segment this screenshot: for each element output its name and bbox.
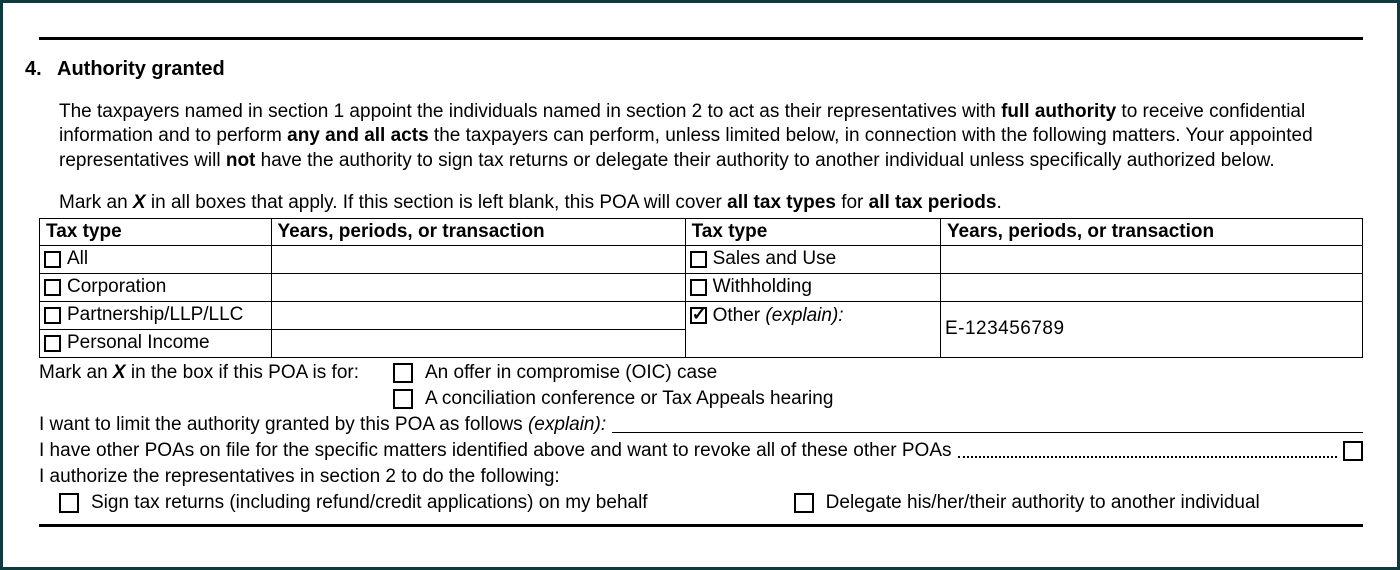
authority-paragraph: The taxpayers named in section 1 appoint… xyxy=(59,100,1363,173)
section-divider-top xyxy=(39,37,1363,40)
poa-for-lead: Mark an X in the box if this POA is for: xyxy=(39,362,393,384)
col-years-right: Years, periods, or transaction xyxy=(940,218,1362,245)
checkbox-sales-use[interactable] xyxy=(690,251,707,268)
poa-for-row-2: A conciliation conference or Tax Appeals… xyxy=(39,388,1363,410)
label-corporation: Corporation xyxy=(67,276,166,298)
col-tax-type-left: Tax type xyxy=(40,218,272,245)
label-partnership: Partnership/LLP/LLC xyxy=(67,304,243,326)
label-personal-income: Personal Income xyxy=(67,332,210,354)
checkbox-corporation[interactable] xyxy=(44,279,61,296)
other-explain-value[interactable]: E-123456789 xyxy=(940,301,1362,357)
label-delegate: Delegate his/her/their authority to anot… xyxy=(826,492,1260,514)
label-other: Other (explain): xyxy=(713,305,844,327)
revoke-row: I have other POAs on file for the specif… xyxy=(39,440,1363,462)
section-heading: 4.Authority granted xyxy=(25,58,1377,81)
section-number: 4. xyxy=(25,58,57,81)
checkbox-withholding[interactable] xyxy=(690,279,707,296)
checkbox-oic[interactable] xyxy=(393,363,413,383)
checkbox-revoke[interactable] xyxy=(1343,441,1363,461)
label-sales-use: Sales and Use xyxy=(713,248,837,270)
checkbox-delegate[interactable] xyxy=(794,493,814,513)
checkbox-all[interactable] xyxy=(44,251,61,268)
years-personal-income[interactable] xyxy=(271,329,685,357)
limit-text: I want to limit the authority granted by… xyxy=(39,414,606,436)
label-oic: An offer in compromise (OIC) case xyxy=(425,362,717,384)
label-all: All xyxy=(67,248,88,270)
label-withholding: Withholding xyxy=(713,276,812,298)
below-table-block: Mark an X in the box if this POA is for:… xyxy=(39,362,1363,514)
checkbox-other[interactable] xyxy=(690,307,707,324)
checkbox-conciliation[interactable] xyxy=(393,389,413,409)
mark-x-instruction: Mark an X in all boxes that apply. If th… xyxy=(59,192,1363,214)
section-divider-bottom xyxy=(39,524,1363,527)
checkbox-personal-income[interactable] xyxy=(44,335,61,352)
years-withholding[interactable] xyxy=(940,273,1362,301)
dotted-leader xyxy=(958,456,1338,458)
checkbox-sign-returns[interactable] xyxy=(59,493,79,513)
revoke-text: I have other POAs on file for the specif… xyxy=(39,440,952,462)
authorize-lead: I authorize the representatives in secti… xyxy=(39,466,1363,488)
years-all[interactable] xyxy=(271,245,685,273)
years-partnership[interactable] xyxy=(271,301,685,329)
label-conciliation: A conciliation conference or Tax Appeals… xyxy=(425,388,833,410)
col-tax-type-right: Tax type xyxy=(685,218,940,245)
col-years-left: Years, periods, or transaction xyxy=(271,218,685,245)
checkbox-partnership[interactable] xyxy=(44,307,61,324)
label-sign-returns: Sign tax returns (including refund/credi… xyxy=(91,492,648,514)
section-title: Authority granted xyxy=(57,58,225,80)
years-corporation[interactable] xyxy=(271,273,685,301)
poa-for-row-1: Mark an X in the box if this POA is for:… xyxy=(39,362,1363,384)
limit-authority-row: I want to limit the authority granted by… xyxy=(39,414,1363,436)
tax-type-table: Tax type Years, periods, or transaction … xyxy=(39,218,1363,358)
years-sales-use[interactable] xyxy=(940,245,1362,273)
authorize-options-row: Sign tax returns (including refund/credi… xyxy=(39,492,1363,514)
limit-blank-line[interactable] xyxy=(612,432,1363,433)
form-page: 4.Authority granted The taxpayers named … xyxy=(0,0,1400,570)
